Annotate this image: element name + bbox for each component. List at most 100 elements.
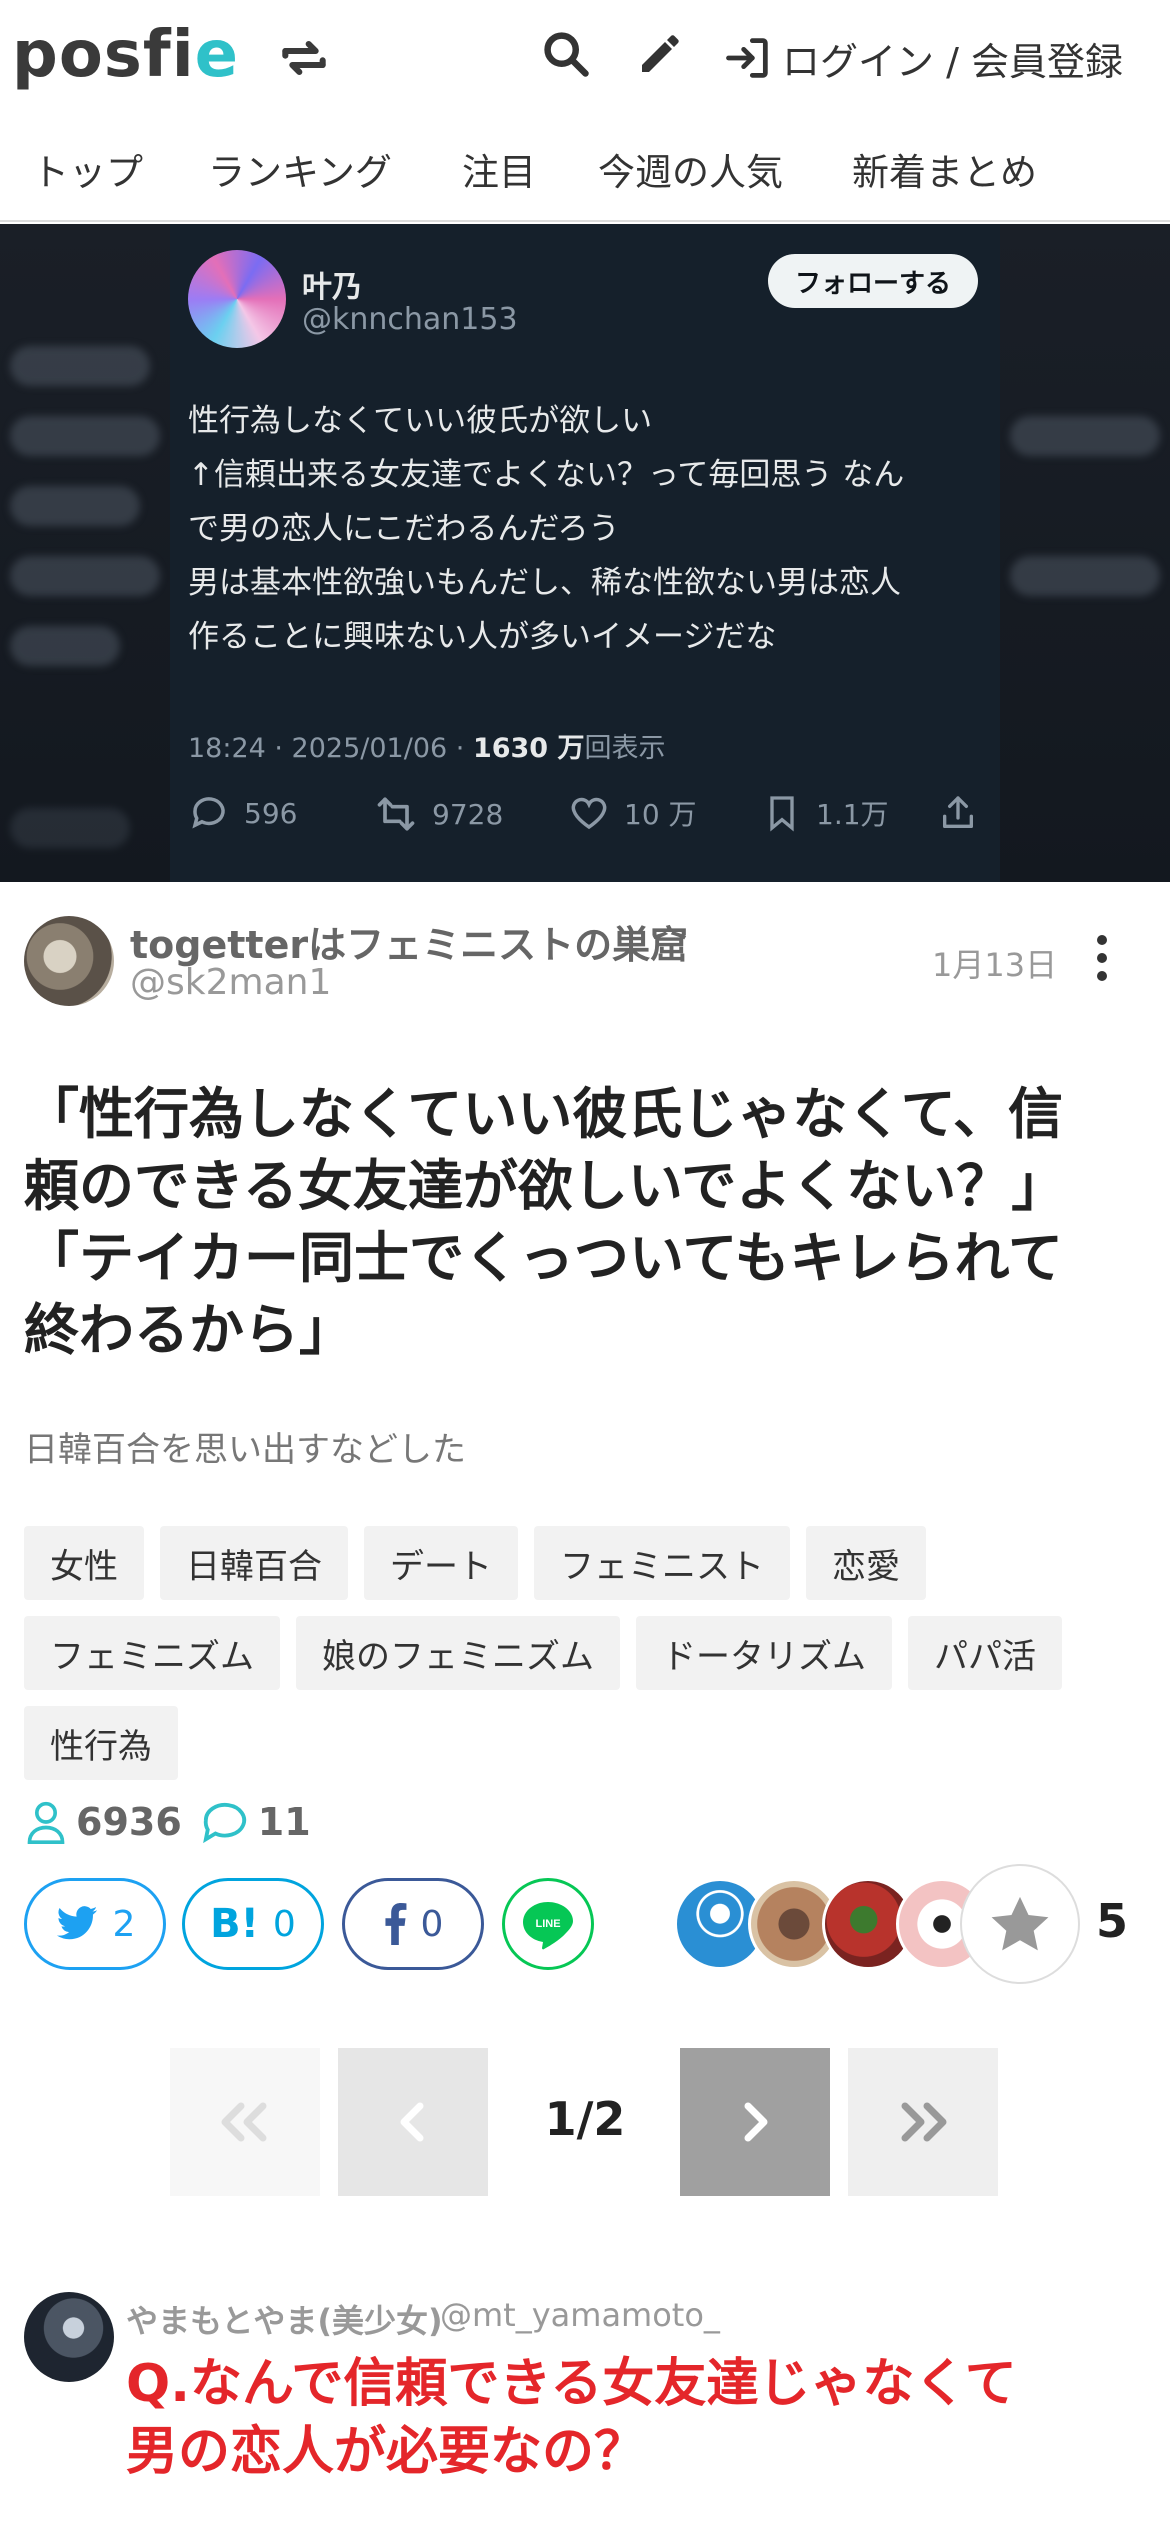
last-page-button[interactable] <box>848 2048 998 2196</box>
article-description: 日韓百合を思い出すなどした <box>24 1430 466 1470</box>
title-line: 「テイカー同士でくっついてもキレられて <box>24 1226 1063 1290</box>
blur-decor <box>10 416 160 456</box>
bookmark-icon <box>770 796 794 832</box>
share-row: 2 B! 0 0 LINE 5 <box>24 1864 1154 1984</box>
embedded-tweet-image[interactable]: 叶乃 @knnchan153 フォローする 性行為しなくていい彼氏が欲しい ↑信… <box>0 224 1170 882</box>
login-register-link[interactable]: ログイン / 会員登録 <box>722 28 1123 88</box>
comment-line: Q.なんで信頼できる女友達じゃなくて <box>126 2354 1017 2414</box>
blur-decor <box>1010 556 1160 596</box>
double-chevron-right-icon <box>901 2102 947 2142</box>
tag-item[interactable]: 日韓百合 <box>160 1526 348 1600</box>
tag-list: 女性 日韓百合 デート フェミニスト 恋愛 フェミニズム 娘のフェミニズム ドー… <box>24 1526 1154 1780</box>
nav-top[interactable]: トップ <box>32 142 143 196</box>
nav-featured[interactable]: 注目 <box>462 142 536 196</box>
tag-item[interactable]: フェミニスト <box>534 1526 790 1600</box>
tweet-like-stat: 10 万 <box>568 792 697 834</box>
twitter-share-button[interactable]: 2 <box>24 1878 166 1970</box>
tag-item[interactable]: 恋愛 <box>806 1526 926 1600</box>
post-date: 1月13日 <box>932 946 1058 984</box>
facebook-share-count: 0 <box>420 1903 444 1945</box>
chevron-left-icon <box>400 2102 424 2142</box>
tweet-view-count: 1630 万 <box>472 733 585 764</box>
pen-icon <box>642 35 679 72</box>
facebook-icon <box>385 1903 407 1945</box>
tag-item[interactable]: ドータリズム <box>636 1616 892 1690</box>
refresh-button[interactable] <box>272 26 336 90</box>
tweet-card: 叶乃 @knnchan153 フォローする 性行為しなくていい彼氏が欲しい ↑信… <box>170 224 1000 882</box>
tag-item[interactable]: 性行為 <box>24 1706 178 1780</box>
more-menu-button[interactable] <box>1090 932 1114 984</box>
author-handle[interactable]: @sk2man1 <box>130 962 331 1003</box>
logo-accent-text: e <box>194 18 240 92</box>
blur-decor <box>10 556 160 596</box>
tweet-author-handle: @knnchan153 <box>302 302 518 337</box>
title-line: 「性行為しなくていい彼氏じゃなくて、信 <box>24 1082 1063 1146</box>
kebab-icon <box>1097 935 1107 981</box>
nav-ranking[interactable]: ランキング <box>208 142 392 196</box>
tweet-body: 性行為しなくていい彼氏が欲しい ↑信頼出来る女友達でよくない？って毎回思う なん… <box>188 394 988 664</box>
line-share-button[interactable]: LINE <box>502 1878 594 1970</box>
tweet-follow-button: フォローする <box>768 254 978 308</box>
comment-author-handle[interactable]: @mt_yamamoto_ <box>440 2296 720 2334</box>
author-avatar[interactable] <box>24 916 114 1006</box>
tweet-bookmark-stat: 1.1万 <box>762 792 889 834</box>
search-button[interactable] <box>536 24 596 84</box>
retweet-icon <box>377 797 415 831</box>
view-count: 6936 <box>76 1800 182 1844</box>
tweet-retweet-stat: 9728 <box>374 792 503 836</box>
tweet-meta: 18:24 · 2025/01/06 · 1630 万回表示 <box>188 726 665 765</box>
author-name[interactable]: togetterはフェミニストの巣窟 <box>130 914 688 969</box>
tweet-line: 性行為しなくていい彼氏が欲しい <box>188 403 653 439</box>
line-icon: LINE <box>523 1902 573 1950</box>
tweet-line: で男の恋人にこだわるんだろう <box>188 511 620 547</box>
prev-page-button[interactable] <box>338 2048 488 2196</box>
login-icon <box>726 38 768 78</box>
heart-icon <box>571 797 607 830</box>
tweet-share-stat <box>938 792 978 834</box>
first-page-button[interactable] <box>170 2048 320 2196</box>
blurred-background-left <box>0 224 170 882</box>
create-post-button[interactable] <box>630 24 690 84</box>
tag-item[interactable]: 娘のフェミニズム <box>296 1616 620 1690</box>
tweet-reply-count: 596 <box>244 796 298 830</box>
favorites-count: 5 <box>1096 1894 1129 1948</box>
tag-item[interactable]: パパ活 <box>908 1616 1062 1690</box>
tag-item[interactable]: 女性 <box>24 1526 144 1600</box>
blurred-background-right <box>1000 224 1170 882</box>
login-register-label: ログイン / 会員登録 <box>782 39 1123 84</box>
tag-item[interactable]: デート <box>364 1526 518 1600</box>
line-logo-text: LINE <box>535 1918 560 1930</box>
facebook-share-button[interactable]: 0 <box>342 1878 484 1970</box>
article-title: 「性行為しなくていい彼氏じゃなくて、信 頼のできる女友達が欲しいでよくない？」 … <box>24 1078 1150 1366</box>
tweet-line: ↑信頼出来る女友達でよくない？って毎回思う なん <box>188 457 905 493</box>
twitter-bird-icon <box>56 1906 97 1940</box>
double-chevron-left-icon <box>221 2102 267 2142</box>
tag-item[interactable]: フェミニズム <box>24 1616 280 1690</box>
tweet-view-suffix: 回表示 <box>584 733 666 764</box>
comment-author-name[interactable]: やまもとやま(美少女) <box>126 2296 443 2342</box>
hatena-logo: B! <box>210 1901 259 1947</box>
comment-line: 男の恋人が必要なの？ <box>126 2422 647 2482</box>
comment-icon <box>202 1803 246 1844</box>
comment-author-avatar[interactable] <box>24 2292 114 2382</box>
tweet-bookmark-count: 1.1万 <box>816 798 889 831</box>
comment-text: Q.なんで信頼できる女友達じゃなくて 男の恋人が必要なの？ <box>126 2350 1156 2486</box>
nav-weekly-popular[interactable]: 今週の人気 <box>598 142 783 196</box>
chevron-right-icon <box>744 2102 768 2142</box>
blur-decor <box>10 626 120 666</box>
nav-new-matome[interactable]: 新着まとめ <box>852 142 1037 196</box>
comment-count: 11 <box>257 1800 311 1844</box>
hatena-bookmark-button[interactable]: B! 0 <box>182 1878 324 1970</box>
twitter-share-count: 2 <box>112 1903 136 1945</box>
blur-decor <box>10 346 150 386</box>
logo-text: posfi <box>12 18 195 92</box>
star-icon <box>991 1896 1049 1951</box>
pagination: 1/2 <box>0 2048 1170 2196</box>
tweet-actions: 596 9728 10 万 1.1万 <box>170 792 1000 852</box>
tweet-retweet-count: 9728 <box>432 797 504 831</box>
reply-icon <box>192 797 225 829</box>
next-page-button[interactable] <box>680 2048 830 2196</box>
tweet-timestamp: 18:24 · 2025/01/06 · <box>188 733 473 764</box>
posfie-logo[interactable]: posfie <box>12 18 239 92</box>
favorite-button[interactable] <box>960 1864 1080 1984</box>
